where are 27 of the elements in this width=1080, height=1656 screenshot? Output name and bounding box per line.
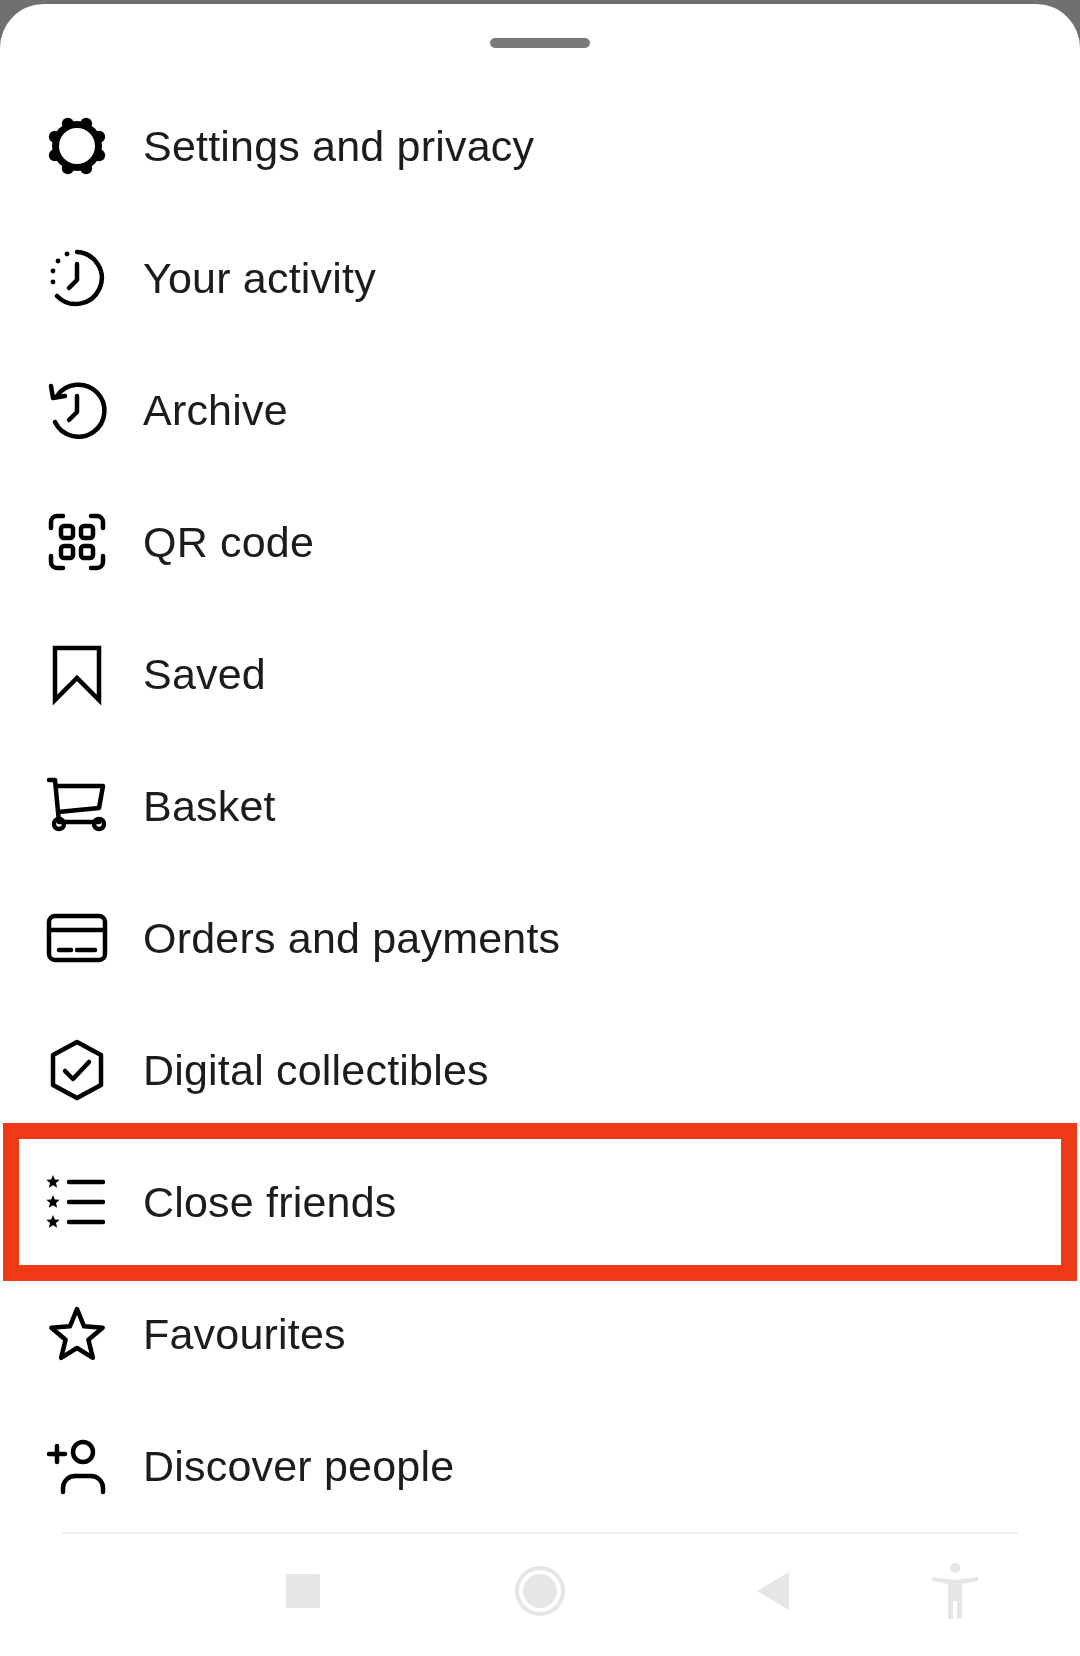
menu-item[interactable]: Orders and payments: [16, 872, 1064, 1004]
back-triangle-icon: [757, 1572, 789, 1610]
menu-item[interactable]: Favourites: [16, 1268, 1064, 1400]
menu-item[interactable]: Close friends: [16, 1136, 1064, 1268]
menu-item[interactable]: Basket: [16, 740, 1064, 872]
menu-item-label: Saved: [143, 649, 266, 699]
menu-item-label: Orders and payments: [143, 913, 561, 963]
menu-item-label: Your activity: [143, 253, 376, 303]
menu-item-label: Discover people: [143, 1441, 455, 1491]
square-icon: [286, 1574, 320, 1608]
menu-item-label: QR code: [143, 517, 315, 567]
menu-item[interactable]: Settings and privacy: [16, 80, 1064, 212]
menu-item-label: Digital collectibles: [143, 1045, 489, 1095]
menu-item-label: Close friends: [143, 1177, 397, 1227]
menu-item[interactable]: Digital collectibles: [16, 1004, 1064, 1136]
menu-item[interactable]: Discover people: [16, 1400, 1064, 1532]
menu-item-label: Basket: [143, 781, 276, 831]
drag-handle[interactable]: [490, 38, 590, 48]
menu-item[interactable]: Saved: [16, 608, 1064, 740]
menu-item[interactable]: QR code: [16, 476, 1064, 608]
circle-icon: [515, 1566, 565, 1616]
accessibility-icon: [930, 1563, 980, 1619]
menu-item-label: Favourites: [143, 1309, 346, 1359]
menu-item[interactable]: Your activity: [16, 212, 1064, 344]
menu-item-label: Settings and privacy: [143, 121, 535, 171]
menu-item[interactable]: Archive: [16, 344, 1064, 476]
menu-item-label: Archive: [143, 385, 288, 435]
